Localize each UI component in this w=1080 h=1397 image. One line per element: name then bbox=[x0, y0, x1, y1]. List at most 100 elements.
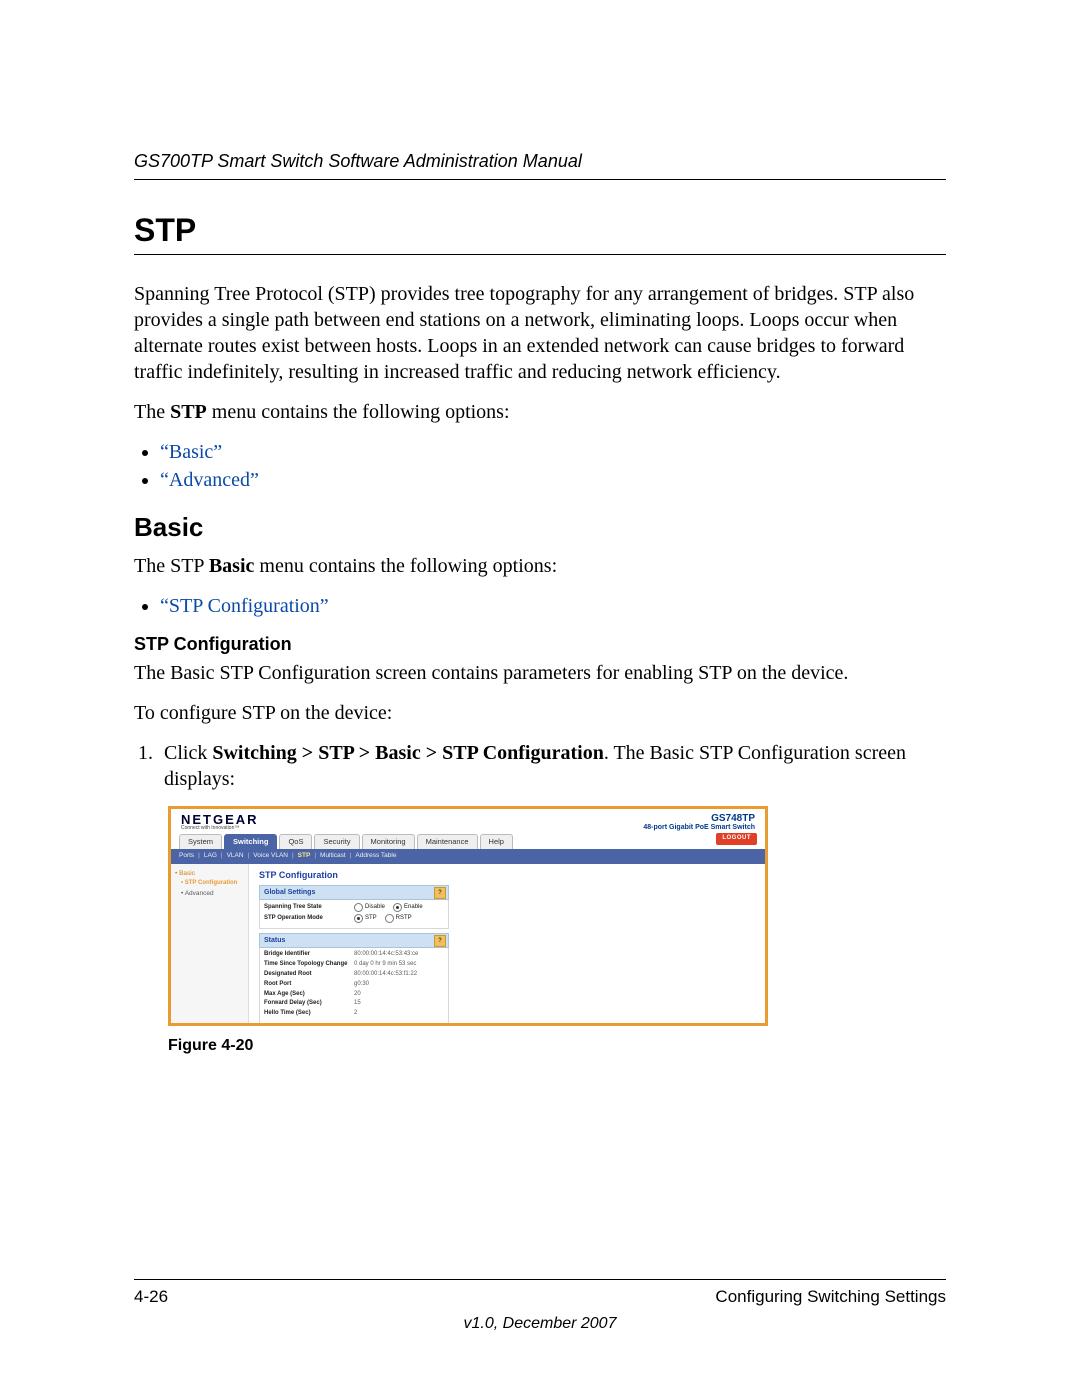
radio-disable[interactable]: Disable bbox=[354, 903, 385, 912]
label: Time Since Topology Change bbox=[264, 961, 354, 969]
logout-button[interactable]: LOGOUT bbox=[716, 833, 757, 845]
stp-options-list: “Basic” “Advanced” bbox=[134, 439, 946, 493]
text-bold: Basic bbox=[209, 555, 255, 577]
header-rule bbox=[134, 179, 946, 180]
link-stp-configuration[interactable]: “STP Configuration” bbox=[160, 595, 329, 617]
label: Root Port bbox=[264, 981, 354, 989]
list-item: “Advanced” bbox=[160, 467, 946, 493]
subnav-address-table[interactable]: Address Table bbox=[355, 852, 396, 860]
subnav-lag[interactable]: LAG bbox=[204, 852, 217, 860]
subnav-voice-vlan[interactable]: Voice VLAN bbox=[253, 852, 288, 860]
label: STP Operation Mode bbox=[264, 915, 354, 923]
screenshot-stp-config: NETGEAR Connect with Innovation™ GS748TP… bbox=[168, 806, 768, 1026]
text-bold: STP bbox=[170, 401, 207, 423]
basic-options-list: “STP Configuration” bbox=[134, 593, 946, 619]
radio-label: Enable bbox=[404, 904, 423, 912]
radio-dot bbox=[393, 903, 402, 912]
status-panel: Status ? Bridge Identifier80:00:00:14:4c… bbox=[259, 933, 449, 1023]
step-1: Click Switching > STP > Basic > STP Conf… bbox=[158, 740, 946, 792]
separator: | bbox=[292, 852, 294, 860]
brand-tagline: Connect with Innovation™ bbox=[181, 826, 259, 831]
tab-system[interactable]: System bbox=[179, 834, 222, 849]
footer-version: v1.0, December 2007 bbox=[134, 1314, 946, 1335]
separator: | bbox=[198, 852, 200, 860]
tab-maintenance[interactable]: Maintenance bbox=[417, 834, 478, 849]
value: 15 bbox=[354, 1000, 361, 1008]
panel-body-global: Spanning Tree State Disable Enable STP O… bbox=[259, 900, 449, 929]
radio-label: RSTP bbox=[396, 915, 412, 923]
subnav-multicast[interactable]: Multicast bbox=[320, 852, 346, 860]
stpconfig-steps: Click Switching > STP > Basic > STP Conf… bbox=[134, 740, 946, 792]
row-designated-root: Designated Root80:00:00:14:4c:53:f1:22 bbox=[264, 970, 444, 980]
label: Bridge Identifier bbox=[264, 951, 354, 959]
label: Hello Time (Sec) bbox=[264, 1010, 354, 1018]
running-header: GS700TP Smart Switch Software Administra… bbox=[134, 150, 946, 173]
stp-menu-sentence: The STP menu contains the following opti… bbox=[134, 399, 946, 425]
panel-head-status: Status ? bbox=[259, 933, 449, 948]
text: Click bbox=[164, 742, 212, 764]
row-root-port: Root Portg0:30 bbox=[264, 980, 444, 990]
separator: | bbox=[221, 852, 223, 860]
separator: | bbox=[248, 852, 250, 860]
tab-security[interactable]: Security bbox=[314, 834, 359, 849]
sidebar-group-basic[interactable]: • Basic bbox=[175, 870, 244, 878]
subsubsection-title-stpconfig: STP Configuration bbox=[134, 633, 946, 656]
help-icon[interactable]: ? bbox=[434, 887, 446, 899]
footer-rule bbox=[134, 1279, 946, 1280]
global-settings-panel: Global Settings ? Spanning Tree State Di… bbox=[259, 885, 449, 929]
row-hello-time: Hello Time (Sec)2 bbox=[264, 1009, 444, 1019]
product-block: GS748TP 48-port Gigabit PoE Smart Switch bbox=[643, 814, 755, 831]
subnav-vlan[interactable]: VLAN bbox=[227, 852, 244, 860]
panel-head-global: Global Settings ? bbox=[259, 885, 449, 900]
section-rule bbox=[134, 254, 946, 255]
separator: | bbox=[314, 852, 316, 860]
sidebar-item-advanced[interactable]: • Advanced bbox=[175, 890, 244, 898]
radio-dot bbox=[354, 903, 363, 912]
main-panel: STP Configuration Global Settings ? Span… bbox=[249, 864, 765, 1024]
help-icon[interactable]: ? bbox=[434, 935, 446, 947]
page-footer: 4-26 Configuring Switching Settings v1.0… bbox=[134, 1279, 946, 1335]
figure-caption: Figure 4-20 bbox=[168, 1036, 768, 1057]
page-number: 4-26 bbox=[134, 1286, 168, 1308]
product-model: GS748TP bbox=[643, 814, 755, 824]
stp-intro-paragraph: Spanning Tree Protocol (STP) provides tr… bbox=[134, 281, 946, 385]
subnav-ports[interactable]: Ports bbox=[179, 852, 194, 860]
text: menu contains the following options: bbox=[207, 401, 510, 423]
row-stp-operation-mode: STP Operation Mode STP RSTP bbox=[264, 913, 444, 924]
text: The STP bbox=[134, 555, 209, 577]
product-desc: 48-port Gigabit PoE Smart Switch bbox=[643, 824, 755, 831]
value: 20 bbox=[354, 991, 361, 999]
row-forward-delay: Forward Delay (Sec)15 bbox=[264, 999, 444, 1009]
chapter-title: Configuring Switching Settings bbox=[715, 1286, 946, 1308]
value: g0:30 bbox=[354, 981, 369, 989]
text-bold: Switching > STP > Basic > STP Configurat… bbox=[212, 742, 603, 764]
row-max-age: Max Age (Sec)20 bbox=[264, 990, 444, 1000]
stpconfig-desc: The Basic STP Configuration screen conta… bbox=[134, 660, 946, 686]
radio-rstp[interactable]: RSTP bbox=[385, 914, 412, 923]
subnav-stp[interactable]: STP bbox=[298, 852, 311, 860]
row-time-since-topology-change: Time Since Topology Change0 day 0 hr 9 m… bbox=[264, 960, 444, 970]
radio-stp[interactable]: STP bbox=[354, 914, 377, 923]
text: menu contains the following options: bbox=[254, 555, 557, 577]
radio-label: STP bbox=[365, 915, 377, 923]
link-advanced[interactable]: “Advanced” bbox=[160, 469, 259, 491]
basic-menu-sentence: The STP Basic menu contains the followin… bbox=[134, 553, 946, 579]
main-tabs: System Switching QoS Security Monitoring… bbox=[171, 833, 765, 849]
list-item: “STP Configuration” bbox=[160, 593, 946, 619]
stpconfig-lead: To configure STP on the device: bbox=[134, 700, 946, 726]
list-item: “Basic” bbox=[160, 439, 946, 465]
tab-qos[interactable]: QoS bbox=[279, 834, 312, 849]
panel-title: STP Configuration bbox=[259, 870, 755, 882]
radio-dot bbox=[354, 914, 363, 923]
radio-enable[interactable]: Enable bbox=[393, 903, 423, 912]
figure-4-20: NETGEAR Connect with Innovation™ GS748TP… bbox=[168, 806, 768, 1057]
tab-help[interactable]: Help bbox=[480, 834, 513, 849]
tab-monitoring[interactable]: Monitoring bbox=[362, 834, 415, 849]
sidebar-item-stp-configuration[interactable]: • STP Configuration bbox=[175, 880, 244, 888]
sidebar: • Basic • STP Configuration • Advanced bbox=[171, 864, 249, 1024]
tab-switching[interactable]: Switching bbox=[224, 834, 277, 849]
link-basic[interactable]: “Basic” bbox=[160, 441, 222, 463]
screenshot-header: NETGEAR Connect with Innovation™ GS748TP… bbox=[171, 809, 765, 833]
value: 2 bbox=[354, 1010, 357, 1018]
row-spanning-tree-state: Spanning Tree State Disable Enable bbox=[264, 902, 444, 913]
